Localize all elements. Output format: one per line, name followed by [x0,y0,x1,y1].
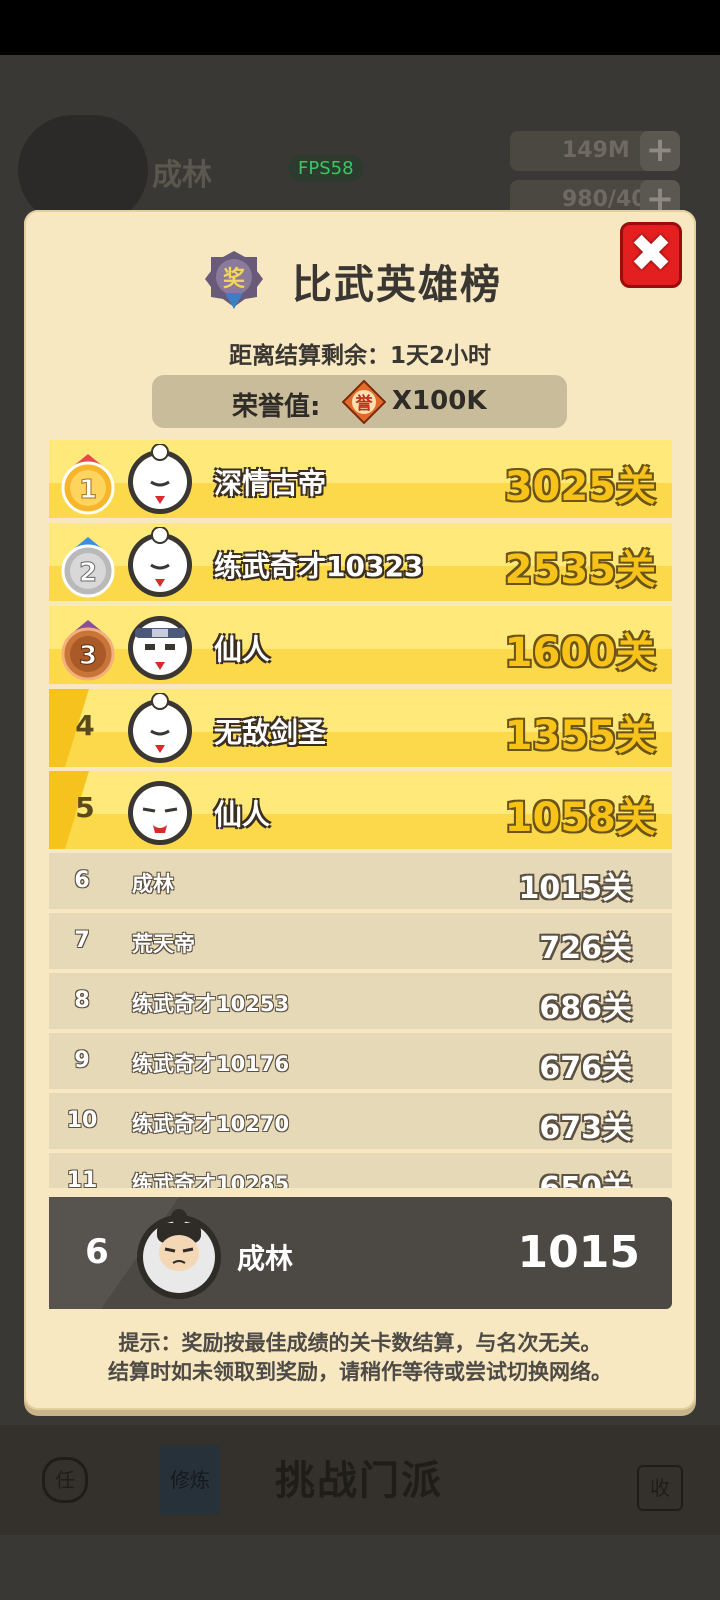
rank-number: 7 [74,928,90,953]
honor-label: 荣誉值: [232,392,321,422]
task-slot: 任 [15,1435,115,1525]
close-button[interactable]: ✖ [620,222,682,288]
rank-number: 9 [74,1048,90,1073]
player-name: 练武奇才10323 [214,550,424,583]
rank-row-2[interactable]: 2 练武奇才10323 2535关 [49,523,672,601]
player-avatar [128,527,192,597]
honor-multiplier: X100K [392,386,487,416]
rank-number: 4 [75,709,95,742]
player-score: 3025关 [504,464,656,510]
my-rank-number: 6 [85,1232,109,1272]
leaderboard-title: 比武英雄榜 [292,262,502,308]
honor-token-char: 誉 [356,393,374,414]
rank-row-8[interactable]: 8 练武奇才10253 686关 [49,973,672,1029]
reward-badge-icon: 奖 [205,251,263,309]
close-icon[interactable]: ✖ [623,225,679,285]
rank-number: 10 [66,1108,98,1133]
add-gold-icon: + [640,131,680,171]
player-score: 1015关 [518,871,633,906]
silver-medal-icon: 2 [61,537,115,598]
gem-value: 980/40 [562,187,647,212]
player-name-bg: 成林 [152,158,212,193]
player-name: 练武奇才10270 [132,1112,290,1136]
honor-token-icon: 誉 [342,380,386,424]
player-score: 650关 [539,1163,632,1188]
rank-number: 2 [79,558,97,588]
badge-char: 奖 [223,266,246,292]
rank-row-11[interactable]: 11 练武奇才10285 650关 [49,1153,672,1188]
rank-number: 11 [66,1168,98,1188]
player-name: 深情古帝 [214,467,327,500]
player-score: 1058关 [504,795,656,841]
player-score: 1355关 [504,713,656,759]
settlement-countdown: 距离结算剩余：1天2小时 [228,343,491,369]
player-avatar-bg [18,115,148,225]
player-avatar [128,616,192,680]
rank-row-5[interactable]: 5 仙人 1058关 [49,771,672,849]
player-name: 练武奇才10176 [132,1052,290,1076]
player-score: 676关 [539,1051,632,1086]
rank-row-6[interactable]: 6 成林 1015关 [49,853,672,909]
player-name: 练武奇才10285 [132,1172,290,1188]
my-name: 成林 [237,1242,294,1275]
rank-row-10[interactable]: 10 练武奇才10270 673关 [49,1093,672,1149]
gold-resource: 149M + [510,131,680,171]
rank-list[interactable]: 6 成林 1015关 7 荒天帝 726关 8 练武奇才10253 686关 9… [49,853,672,1188]
fps-counter: FPS58 [288,155,364,182]
rank-row-9[interactable]: 9 练武奇才10176 676关 [49,1033,672,1089]
player-avatar [128,781,192,845]
player-name: 练武奇才10253 [132,992,290,1016]
player-score: 1600关 [504,630,656,676]
tip-line-1: 提示：奖励按最佳成绩的关卡数结算，与名次无关。 [118,1331,602,1355]
rank-number: 8 [74,988,90,1013]
practice-slot: 修炼 [140,1435,240,1525]
gold-value: 149M [562,138,630,163]
player-avatar [128,444,192,514]
my-avatar [137,1209,221,1299]
player-name: 成林 [132,872,174,896]
player-name: 仙人 [214,798,271,831]
rank-row-7[interactable]: 7 荒天帝 726关 [49,913,672,969]
player-score: 686关 [539,991,632,1026]
rank-row-1[interactable]: 1 深情古帝 3025关 [49,440,672,518]
player-score: 726关 [539,931,632,966]
gold-medal-icon: 1 [61,454,115,515]
rank-number: 6 [74,868,90,893]
player-score: 673关 [539,1111,632,1146]
tip-line-2: 结算时如未领取到奖励，请稍作等待或尝试切换网络。 [108,1360,612,1384]
challenge-sect-label: 挑战门派 [275,1458,443,1504]
shop-slot [495,1435,595,1525]
bronze-medal-icon: 3 [61,620,115,681]
collect-slot: 收 [610,1435,710,1525]
honor-value-box: 荣誉值: 誉 X100K [152,375,567,428]
rank-row-3[interactable]: 3 仙人 1600关 [49,606,672,684]
player-name: 仙人 [214,633,271,666]
player-name: 荒天帝 [132,932,195,956]
rank-number: 5 [75,791,95,824]
rank-number: 1 [79,475,97,505]
player-avatar [128,693,192,763]
my-rank-row: 6 成林 1015 [49,1197,672,1309]
player-name: 无敌剑圣 [214,716,327,749]
my-score: 1015 [517,1227,640,1278]
rank-row-4[interactable]: 4 无敌剑圣 1355关 [49,689,672,767]
player-score: 2535关 [504,547,656,593]
rank-number: 3 [79,641,97,671]
